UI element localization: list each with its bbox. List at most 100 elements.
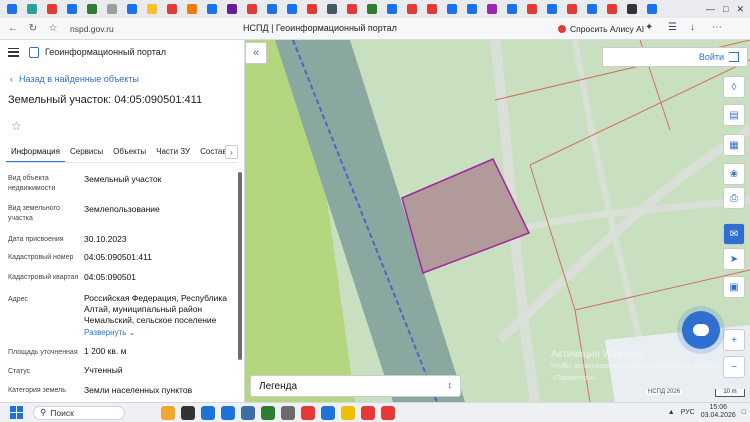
browser-tab-favicon[interactable] bbox=[224, 3, 240, 15]
browser-tab-favicon[interactable] bbox=[404, 3, 420, 15]
browser-tab-favicon[interactable] bbox=[144, 3, 160, 15]
browser-tab-favicon[interactable] bbox=[264, 3, 280, 15]
windows-taskbar: ⚲ Поиск ▲ РУС 15:06 03.04.2026 □ bbox=[0, 402, 750, 422]
browser-tab-favicon[interactable] bbox=[424, 3, 440, 15]
taskbar-app-icon[interactable] bbox=[281, 405, 295, 420]
browser-tab-favicon[interactable] bbox=[524, 3, 540, 15]
browser-tab-favicon[interactable] bbox=[544, 3, 560, 15]
grid-icon[interactable]: ▦ bbox=[723, 134, 745, 156]
share-icon[interactable]: ❀ bbox=[723, 163, 745, 185]
tabs-next-chevron-icon[interactable]: › bbox=[225, 145, 238, 159]
browser-tab-favicon[interactable] bbox=[24, 3, 40, 15]
map-copyright: НСПД 2026 bbox=[645, 389, 684, 395]
browser-tab-favicon[interactable] bbox=[624, 3, 640, 15]
property-label: Кадастровый номер bbox=[8, 254, 74, 261]
browser-tab-favicon[interactable] bbox=[204, 3, 220, 15]
browser-tab-strip: — □ ✕ bbox=[0, 0, 750, 18]
taskbar-app-icon[interactable] bbox=[261, 405, 275, 420]
taskbar-apps bbox=[155, 405, 395, 420]
taskbar-app-icon[interactable] bbox=[301, 405, 315, 420]
browser-tab-favicon[interactable] bbox=[364, 3, 380, 15]
print-icon[interactable]: ⎙ bbox=[723, 187, 745, 209]
taskbar-search[interactable]: ⚲ Поиск bbox=[33, 405, 125, 420]
browser-tab-favicon[interactable] bbox=[244, 3, 260, 15]
ruler-icon[interactable]: ▤ bbox=[723, 104, 745, 126]
property-label: Категория земель bbox=[8, 387, 66, 394]
tab-services[interactable]: Сервисы bbox=[65, 144, 108, 162]
alisa-button[interactable]: Спросить Алису AI bbox=[552, 21, 650, 36]
menu-icon[interactable]: ⋯ bbox=[712, 22, 722, 33]
taskbar-app-icon[interactable] bbox=[161, 405, 175, 420]
windows-start-icon[interactable] bbox=[10, 406, 23, 419]
taskbar-app-icon[interactable] bbox=[361, 405, 375, 420]
info-tabs: Информация Сервисы Объекты Части ЗУ Сост… bbox=[6, 144, 238, 162]
lang-indicator[interactable]: РУС bbox=[681, 409, 695, 416]
network-icon[interactable]: ▲ bbox=[668, 409, 675, 416]
browser-tab-favicon[interactable] bbox=[324, 3, 340, 15]
taskbar-app-icon[interactable] bbox=[181, 405, 195, 420]
browser-tab-favicon[interactable] bbox=[584, 3, 600, 15]
minimize-icon[interactable]: — bbox=[706, 4, 715, 14]
panel-scrollbar[interactable] bbox=[238, 172, 242, 360]
notifications-icon[interactable]: □ bbox=[742, 409, 746, 416]
taskbar-app-icon[interactable] bbox=[241, 405, 255, 420]
zoom-in-icon[interactable]: + bbox=[723, 329, 745, 351]
tab-objects[interactable]: Объекты bbox=[108, 144, 151, 162]
close-icon[interactable]: ✕ bbox=[736, 4, 744, 15]
browser-tab-favicon[interactable] bbox=[64, 3, 80, 15]
taskbar-app-icon[interactable] bbox=[381, 405, 395, 420]
browser-tab-favicon[interactable] bbox=[644, 3, 660, 15]
browser-tab-favicon[interactable] bbox=[384, 3, 400, 15]
browser-tab-favicon[interactable] bbox=[564, 3, 580, 15]
browser-tab-favicon[interactable] bbox=[4, 3, 20, 15]
download-icon[interactable]: ↓ bbox=[690, 22, 695, 33]
hamburger-menu-icon[interactable] bbox=[8, 47, 19, 57]
url-text[interactable]: nspd.gov.ru bbox=[70, 24, 114, 34]
collapse-panel-button[interactable]: « bbox=[245, 42, 267, 64]
property-label: Адрес bbox=[8, 296, 29, 303]
taskbar-app-icon[interactable] bbox=[321, 405, 335, 420]
taskbar-app-icon[interactable] bbox=[221, 405, 235, 420]
browser-tab-favicon[interactable] bbox=[164, 3, 180, 15]
minimap-icon[interactable]: ▣ bbox=[723, 276, 745, 298]
property-label: Дата присвоения bbox=[8, 236, 64, 243]
browser-tab-favicon[interactable] bbox=[444, 3, 460, 15]
location-icon[interactable]: ➤ bbox=[723, 248, 745, 270]
reload-icon[interactable]: ↻ bbox=[26, 22, 40, 36]
back-to-results-link[interactable]: ‹ Назад в найденные объекты bbox=[10, 74, 139, 84]
property-label: Вид земельного участка bbox=[8, 205, 60, 222]
browser-tab-favicon[interactable] bbox=[504, 3, 520, 15]
bookmark-icon[interactable]: ☆ bbox=[46, 22, 60, 36]
browser-tab-favicon[interactable] bbox=[284, 3, 300, 15]
extension-icon[interactable]: ✦ bbox=[645, 22, 653, 33]
tab-parts[interactable]: Части ЗУ bbox=[151, 144, 195, 162]
browser-tab-favicon[interactable] bbox=[344, 3, 360, 15]
browser-tab-favicon[interactable] bbox=[604, 3, 620, 15]
taskbar-app-icon[interactable] bbox=[201, 405, 215, 420]
expand-address-link[interactable]: Развернуть ⌄ bbox=[84, 328, 135, 337]
taskbar-app-icon[interactable] bbox=[341, 405, 355, 420]
browser-tab-favicon[interactable] bbox=[304, 3, 320, 15]
chat-fab-button[interactable] bbox=[682, 311, 720, 349]
page-title: НСПД | Геоинформационный портал bbox=[243, 23, 397, 33]
browser-tab-favicon[interactable] bbox=[44, 3, 60, 15]
clock[interactable]: 15:06 03.04.2026 bbox=[701, 404, 736, 420]
login-button[interactable]: Войти bbox=[602, 47, 748, 67]
browser-tab-favicon[interactable] bbox=[104, 3, 120, 15]
layers-icon[interactable]: ◊ bbox=[723, 76, 745, 98]
back-arrow-icon[interactable]: ← bbox=[6, 22, 20, 36]
browser-tab-favicon[interactable] bbox=[464, 3, 480, 15]
chat-icon[interactable]: ✉ bbox=[723, 223, 745, 245]
screen: — □ ✕ ← ↻ ☆ nspd.gov.ru НСПД | Геоинформ… bbox=[0, 0, 750, 422]
map-view[interactable]: « Войти ◊ ▤ ▦ ❀ ⎙ ✉ ➤ ▣ + − Активация Wi… bbox=[245, 40, 750, 402]
browser-tab-favicon[interactable] bbox=[484, 3, 500, 15]
alisa-icon bbox=[558, 24, 566, 33]
browser-tab-favicon[interactable] bbox=[84, 3, 100, 15]
browser-tab-favicon[interactable] bbox=[184, 3, 200, 15]
tab-info[interactable]: Информация bbox=[6, 144, 65, 162]
legend-dropdown[interactable]: Легенда ↕ bbox=[250, 375, 461, 397]
maximize-icon[interactable]: □ bbox=[723, 4, 728, 14]
sidebar-icon[interactable]: ☰ bbox=[668, 22, 677, 33]
favorite-star-icon[interactable]: ☆ bbox=[11, 119, 22, 133]
browser-tab-favicon[interactable] bbox=[124, 3, 140, 15]
